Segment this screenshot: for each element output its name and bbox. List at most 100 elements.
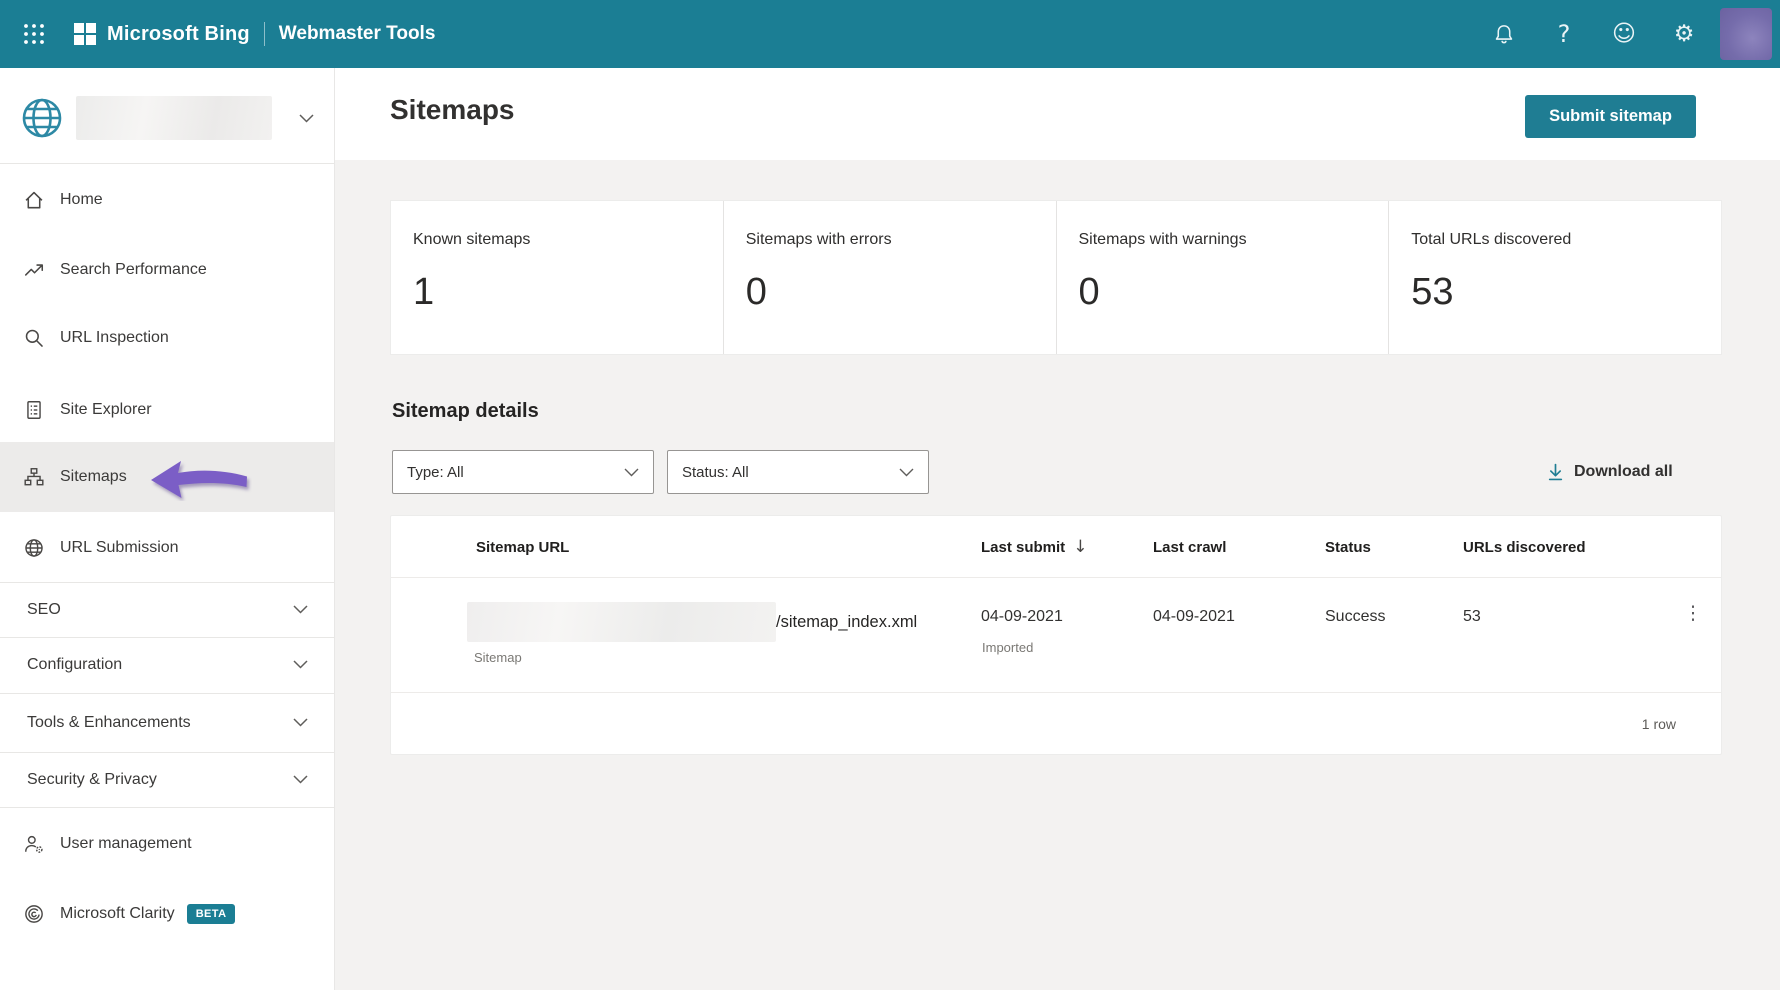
- sidebar-item-user-management[interactable]: User management: [0, 810, 334, 878]
- sort-descending-icon: ↓: [1073, 537, 1088, 557]
- app-launcher-button[interactable]: [12, 12, 56, 56]
- stat-label: Sitemaps with warnings: [1078, 231, 1247, 248]
- product-name: Webmaster Tools: [278, 23, 436, 44]
- download-icon: [1548, 463, 1563, 481]
- last-submit-cell: 04-09-2021: [981, 608, 1063, 625]
- stat-label: Total URLs discovered: [1411, 231, 1572, 248]
- sidebar-item-site-explorer[interactable]: Site Explorer: [0, 376, 334, 444]
- table-header: Sitemap URL Last submit ↓ Last crawl Sta…: [391, 516, 1721, 578]
- sidebar-item-url-inspection[interactable]: URL Inspection: [0, 304, 334, 372]
- sidebar-group-label: SEO: [27, 600, 61, 618]
- sidebar-item-label: URL Submission: [60, 539, 179, 556]
- column-header-status[interactable]: Status: [1325, 516, 1371, 578]
- stat-label: Sitemaps with errors: [745, 231, 892, 248]
- page-content: Known sitemaps 1 Sitemaps with errors 0 …: [335, 160, 1780, 990]
- help-icon: ?: [1557, 20, 1571, 48]
- magnifier-icon: [25, 329, 43, 347]
- bell-icon: [1495, 25, 1513, 44]
- bing-webmaster-tools-app: Microsoft Bing Webmaster Tools ? ☺ ⚙ Hom…: [0, 0, 1780, 990]
- microsoft-logo-icon: [74, 23, 96, 45]
- stat-sitemaps-with-errors: Sitemaps with errors 0: [724, 201, 1057, 354]
- submit-sitemap-button[interactable]: Submit sitemap: [1525, 95, 1696, 138]
- row-count: 1 row: [1641, 715, 1676, 732]
- sitemap-type-label: Sitemap: [474, 650, 522, 665]
- status-filter-dropdown[interactable]: Status: All: [667, 450, 929, 494]
- last-submit-note: Imported: [982, 640, 1034, 655]
- chevron-down-icon: [293, 718, 308, 727]
- column-header-last-crawl[interactable]: Last crawl: [1153, 516, 1226, 578]
- stat-value: 53: [1411, 271, 1454, 313]
- stat-label: Known sitemaps: [413, 231, 531, 248]
- download-all-label: Download all: [1574, 463, 1673, 480]
- sitemaps-table: Sitemap URL Last submit ↓ Last crawl Sta…: [390, 515, 1722, 755]
- sidebar-group-tools-enhancements[interactable]: Tools & Enhancements: [0, 693, 334, 752]
- sidebar-item-label: URL Inspection: [60, 329, 169, 346]
- column-header-last-submit[interactable]: Last submit ↓: [981, 516, 1087, 578]
- sidebar-item-label: Site Explorer: [60, 401, 152, 418]
- chevron-down-icon: [293, 605, 308, 614]
- person-gear-icon: [25, 835, 43, 853]
- clarity-icon: [25, 905, 43, 923]
- top-bar-actions: ? ☺ ⚙: [1474, 0, 1772, 68]
- stat-value: 0: [1078, 271, 1100, 313]
- chevron-down-icon: [299, 113, 314, 123]
- brand-name: Microsoft Bing: [107, 22, 250, 45]
- chevron-down-icon: [293, 775, 308, 784]
- help-button[interactable]: ?: [1534, 0, 1594, 68]
- status-cell: Success: [1325, 608, 1386, 625]
- status-filter-value: Status: All: [682, 463, 749, 481]
- sidebar-divider: [0, 807, 334, 808]
- sidebar-item-label: Microsoft Clarity: [60, 905, 175, 922]
- hierarchy-icon: [24, 468, 44, 486]
- smiley-icon: ☺: [1612, 20, 1636, 47]
- sidebar-item-label: User management: [60, 835, 192, 852]
- brand-logo[interactable]: Microsoft Bing Webmaster Tools: [74, 22, 435, 46]
- site-name-redacted: [76, 96, 272, 140]
- sidebar-item-label: Sitemaps: [60, 468, 127, 485]
- sidebar-group-label: Configuration: [27, 655, 123, 673]
- sidebar-group-security-privacy[interactable]: Security & Privacy: [0, 752, 334, 807]
- sitemap-url-suffix: /sitemap_index.xml: [776, 612, 918, 631]
- sidebar-group-label: Security & Privacy: [27, 770, 157, 788]
- notifications-button[interactable]: [1474, 0, 1534, 68]
- stat-total-urls-discovered: Total URLs discovered 53: [1389, 201, 1721, 354]
- column-header-urls-discovered[interactable]: URLs discovered: [1463, 516, 1586, 578]
- trend-icon: [24, 264, 44, 276]
- sitemap-details-heading: Sitemap details: [392, 400, 539, 422]
- last-crawl-cell: 04-09-2021: [1153, 608, 1235, 625]
- sidebar-group-label: Tools & Enhancements: [27, 713, 191, 731]
- row-more-options-button[interactable]: ⋮: [1671, 578, 1715, 648]
- brand-divider: [263, 22, 265, 46]
- type-filter-value: Type: All: [407, 463, 464, 481]
- settings-button[interactable]: ⚙: [1654, 0, 1714, 68]
- download-all-button[interactable]: Download all: [1547, 450, 1673, 494]
- account-avatar[interactable]: [1720, 8, 1772, 60]
- sidebar-item-url-submission[interactable]: URL Submission: [0, 514, 334, 582]
- type-filter-dropdown[interactable]: Type: All: [392, 450, 654, 494]
- feedback-button[interactable]: ☺: [1594, 0, 1654, 68]
- site-selector-dropdown[interactable]: [0, 86, 334, 150]
- sidebar-item-sitemaps[interactable]: Sitemaps: [0, 442, 334, 512]
- column-header-sitemap-url[interactable]: Sitemap URL: [476, 516, 569, 578]
- chevron-down-icon: [624, 468, 639, 476]
- sidebar-group-configuration[interactable]: Configuration: [0, 637, 334, 692]
- table-row[interactable]: /sitemap_index.xml Sitemap 04-09-2021 Im…: [391, 578, 1721, 692]
- sidebar-item-home[interactable]: Home: [0, 166, 334, 234]
- sidebar-item-microsoft-clarity[interactable]: Microsoft Clarity BETA: [0, 880, 334, 948]
- chevron-down-icon: [899, 468, 914, 476]
- stat-value: 1: [413, 271, 435, 313]
- sidebar-item-label: Home: [60, 191, 103, 208]
- gear-icon: ⚙: [1673, 20, 1695, 47]
- stat-known-sitemaps: Known sitemaps 1: [391, 201, 724, 354]
- beta-badge: BETA: [186, 904, 236, 924]
- sitemap-url-cell: /sitemap_index.xml: [467, 602, 917, 642]
- sidebar-item-label: Search Performance: [60, 261, 207, 278]
- table-footer: 1 row: [391, 692, 1721, 754]
- site-globe-icon: [22, 98, 62, 138]
- sidebar-group-seo[interactable]: SEO: [0, 582, 334, 637]
- chevron-down-icon: [293, 660, 308, 669]
- globe-icon: [25, 539, 43, 557]
- home-icon: [25, 191, 43, 209]
- sidebar-item-search-performance[interactable]: Search Performance: [0, 236, 334, 304]
- sidebar-divider: [0, 163, 334, 164]
